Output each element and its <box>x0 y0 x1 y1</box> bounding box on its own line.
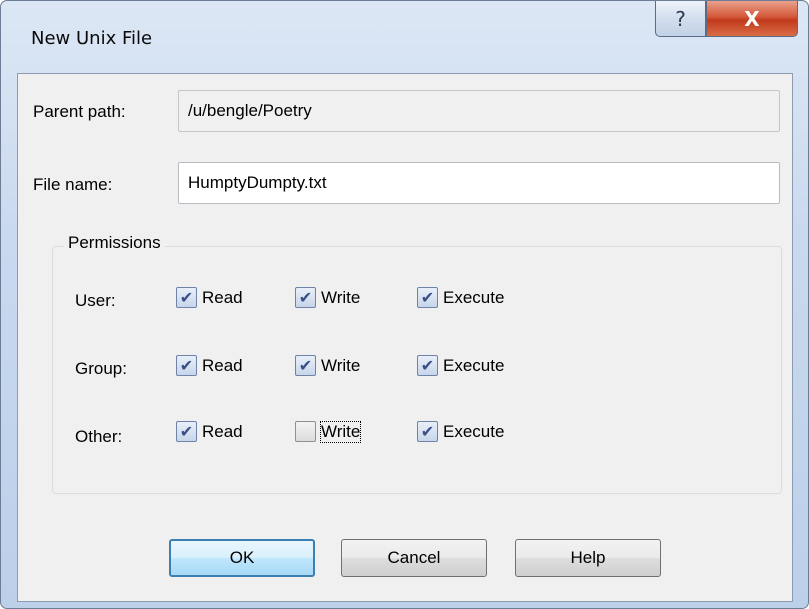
help-icon[interactable]: ? <box>655 1 706 37</box>
other-row-label: Other: <box>75 427 123 446</box>
group-write-box[interactable]: ✔ <box>295 355 316 376</box>
dialog-body: Parent path: /u/bengle/Poetry File name:… <box>17 73 793 602</box>
user-write-box[interactable]: ✔ <box>295 287 316 308</box>
user-read-checkbox[interactable]: ✔ Read <box>176 287 243 308</box>
user-execute-box[interactable]: ✔ <box>417 287 438 308</box>
window-title: New Unix File <box>31 28 153 49</box>
file-name-value: HumptyDumpty.txt <box>188 173 327 192</box>
group-write-checkbox[interactable]: ✔ Write <box>295 355 360 376</box>
user-read-label: Read <box>202 287 243 307</box>
help-button[interactable]: Help <box>515 539 661 577</box>
group-read-checkbox[interactable]: ✔ Read <box>176 355 243 376</box>
other-execute-box[interactable]: ✔ <box>417 421 438 442</box>
group-read-label: Read <box>202 355 243 375</box>
group-execute-checkbox[interactable]: ✔ Execute <box>417 355 504 376</box>
parent-path-field: /u/bengle/Poetry <box>178 90 780 132</box>
other-execute-checkbox[interactable]: ✔ Execute <box>417 421 504 442</box>
group-row-label: Group: <box>75 359 127 378</box>
other-execute-label: Execute <box>443 421 505 441</box>
cancel-button[interactable]: Cancel <box>341 539 487 577</box>
user-read-box[interactable]: ✔ <box>176 287 197 308</box>
user-execute-checkbox[interactable]: ✔ Execute <box>417 287 504 308</box>
parent-path-label: Parent path: <box>33 102 126 121</box>
other-write-label: Write <box>319 420 362 443</box>
permissions-legend: Permissions <box>64 233 165 253</box>
file-name-label: File name: <box>33 175 113 194</box>
file-name-input[interactable]: HumptyDumpty.txt <box>178 162 780 204</box>
parent-path-value: /u/bengle/Poetry <box>188 101 312 120</box>
user-write-checkbox[interactable]: ✔ Write <box>295 287 360 308</box>
ok-button[interactable]: OK <box>169 539 315 577</box>
other-write-checkbox[interactable]: Write <box>295 420 362 443</box>
user-execute-label: Execute <box>443 287 505 307</box>
other-read-checkbox[interactable]: ✔ Read <box>176 421 243 442</box>
other-read-label: Read <box>202 421 243 441</box>
group-read-box[interactable]: ✔ <box>176 355 197 376</box>
group-write-label: Write <box>321 355 361 375</box>
close-icon[interactable]: X <box>706 1 798 37</box>
user-write-label: Write <box>321 287 361 307</box>
group-execute-box[interactable]: ✔ <box>417 355 438 376</box>
group-execute-label: Execute <box>443 355 505 375</box>
other-read-box[interactable]: ✔ <box>176 421 197 442</box>
title-bar[interactable]: New Unix File ? X <box>1 1 808 73</box>
dialog-window: New Unix File ? X Parent path: /u/bengle… <box>0 0 809 609</box>
other-write-box[interactable] <box>295 421 316 442</box>
user-row-label: User: <box>75 291 116 310</box>
